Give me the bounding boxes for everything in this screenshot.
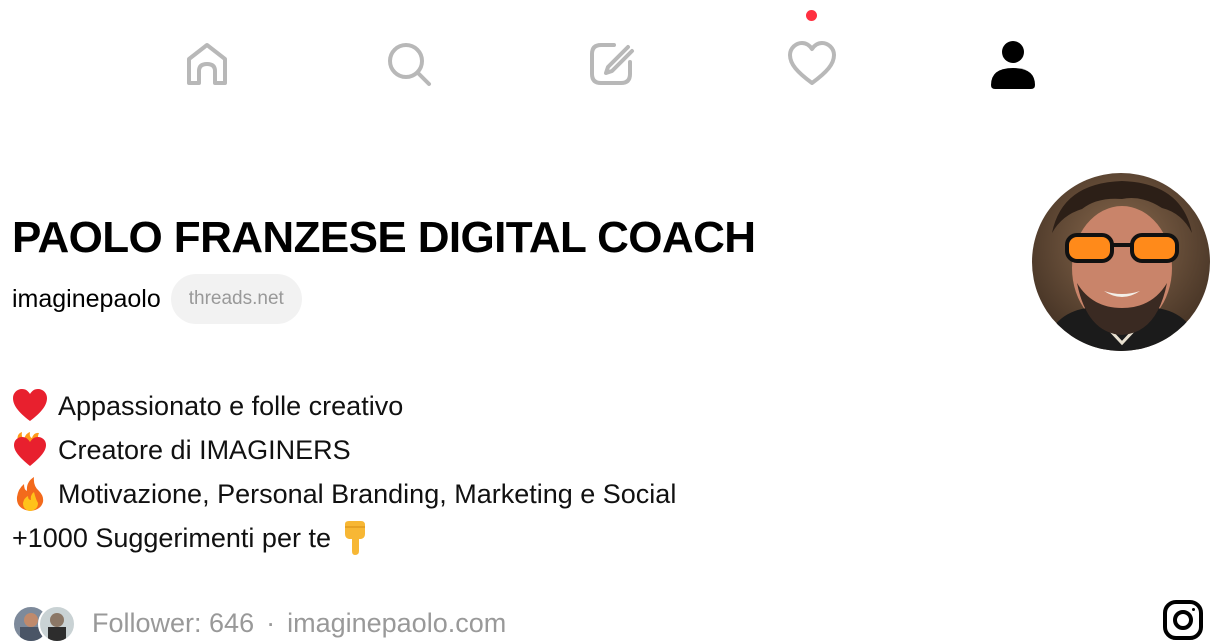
profile-icon (991, 41, 1035, 89)
domain-badge[interactable]: threads.net (170, 274, 302, 324)
backhand-index-pointing-down-emoji (337, 520, 373, 556)
nav-profile[interactable] (973, 24, 1053, 104)
instagram-icon (1163, 600, 1203, 640)
instagram-button[interactable] (1160, 597, 1206, 643)
bio-line: Appassionato e folle creativo (12, 384, 676, 428)
heart-on-fire-emoji (12, 432, 48, 468)
nav-home[interactable] (167, 24, 247, 104)
avatar-image (1032, 173, 1210, 351)
bio-line: Motivazione, Personal Branding, Marketin… (12, 472, 676, 516)
red-heart-emoji (12, 388, 48, 424)
search-icon (388, 43, 431, 86)
follower-avatars[interactable] (12, 605, 78, 643)
profile-link[interactable]: imaginepaolo.com (287, 608, 506, 639)
username-row: imaginepaolo threads.net (12, 274, 302, 324)
fire-emoji (12, 476, 48, 512)
bio-text: Motivazione, Personal Branding, Marketin… (58, 479, 677, 509)
followers-count[interactable]: Follower: 646 (92, 608, 254, 639)
bio-line: Creatore di IMAGINERS (12, 428, 676, 472)
nav-search[interactable] (369, 24, 449, 104)
display-name: PAOLO FRANZESE DIGITAL COACH (12, 213, 756, 262)
bio-line: +1000 Suggerimenti per te (12, 516, 676, 560)
profile-page: PAOLO FRANZESE DIGITAL COACH imaginepaol… (0, 0, 1210, 643)
follower-avatar (38, 605, 76, 643)
avatar[interactable] (1032, 173, 1210, 351)
bio-text: +1000 Suggerimenti per te (12, 523, 331, 553)
compose-icon (590, 43, 634, 85)
nav-compose[interactable] (571, 24, 651, 104)
nav-activity[interactable] (772, 24, 852, 104)
home-icon (187, 43, 227, 85)
notification-dot (806, 10, 817, 21)
bio: Appassionato e folle creativo Creatore d… (12, 384, 676, 560)
heart-icon (788, 41, 836, 85)
profile-footer: Follower: 646 · imaginepaolo.com (12, 600, 506, 643)
username: imaginepaolo (12, 285, 161, 313)
bio-text: Appassionato e folle creativo (58, 391, 404, 421)
separator: · (266, 607, 276, 638)
bio-text: Creatore di IMAGINERS (58, 435, 351, 465)
